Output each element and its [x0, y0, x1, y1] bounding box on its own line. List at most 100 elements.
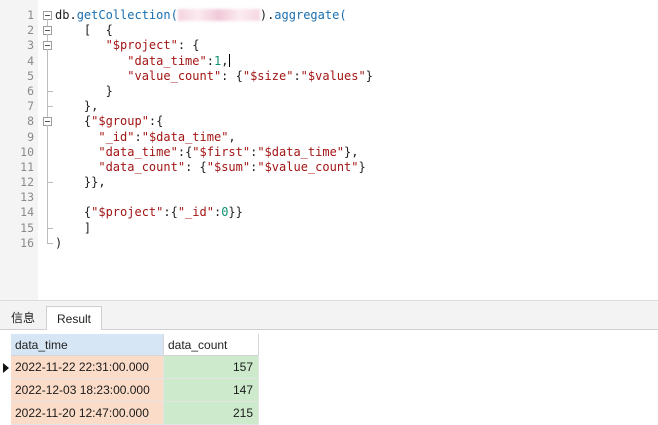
result-grid[interactable]: data_time data_count 2022-11-22 22:31:00…	[0, 330, 658, 425]
code-line[interactable]: 12 }},	[0, 175, 658, 191]
line-number: 3	[27, 38, 34, 53]
fold-toggle-icon[interactable]	[42, 114, 54, 131]
fold-guide	[42, 220, 54, 236]
code-line[interactable]: 11 "data_count": {"$sum":"$value_count"}	[0, 159, 658, 176]
row-selector[interactable]	[0, 402, 11, 425]
code-token: "_id"	[98, 129, 135, 144]
code-token: }	[358, 159, 366, 174]
code-token: aggregate(	[274, 8, 347, 22]
code-token: "$size"	[242, 68, 294, 83]
code-token: :{	[163, 205, 178, 220]
code-text: "value_count": {"$size":"$values"}	[55, 69, 373, 84]
code-line[interactable]: 1 db.getCollection().aggregate(	[0, 8, 658, 24]
code-token: }},	[55, 175, 106, 190]
line-number: 9	[27, 129, 34, 144]
result-tabs: 信息 Result	[0, 306, 658, 331]
code-text: "data_count": {"$sum":"$value_count"}	[55, 159, 366, 175]
code-line[interactable]: 7 },	[0, 99, 658, 115]
code-line[interactable]: 14 {"$project":{"_id":0}}	[0, 205, 658, 221]
code-token: {	[55, 205, 92, 220]
code-token: )	[55, 235, 63, 250]
code-token: ).	[259, 8, 275, 22]
fold-guide	[42, 99, 54, 115]
cell-data-time[interactable]: 2022-12-03 18:23:00.000	[11, 379, 164, 402]
code-token: : {	[177, 38, 200, 53]
current-row-arrow-icon[interactable]	[0, 356, 11, 379]
code-text: {"$group":{	[55, 114, 163, 129]
code-token: "$project"	[91, 205, 164, 220]
code-token: ,	[228, 129, 236, 144]
code-token: "$project"	[105, 38, 178, 53]
code-token: db.	[55, 8, 77, 22]
fold-toggle-icon[interactable]	[42, 8, 54, 24]
code-line[interactable]: 3 "$project": {	[0, 38, 658, 55]
code-line[interactable]: 13	[0, 190, 658, 206]
code-token: }}	[228, 205, 243, 220]
code-line[interactable]: 16)	[0, 235, 658, 251]
tab-result[interactable]: Result	[46, 306, 102, 331]
code-token: "$values"	[300, 68, 366, 83]
code-token: "data_count"	[98, 159, 186, 174]
code-token: "data_time"	[127, 53, 207, 68]
code-line[interactable]: 6 }	[0, 83, 658, 100]
fold-guide	[42, 159, 54, 176]
line-number: 15	[20, 220, 34, 235]
code-line[interactable]: 4 "data_time":1,	[0, 53, 658, 69]
code-line[interactable]: 9 "_id":"$data_time",	[0, 129, 658, 145]
code-text: )	[55, 236, 62, 251]
fold-toggle-icon[interactable]	[42, 38, 54, 55]
code-token: "value_count"	[127, 68, 222, 83]
line-number: 4	[27, 53, 34, 68]
cell-data-count[interactable]: 215	[164, 402, 259, 425]
code-token: {	[55, 114, 92, 129]
code-token: "$data_time"	[141, 129, 229, 144]
fold-guide	[42, 205, 54, 221]
row-selector[interactable]	[0, 379, 11, 402]
cell-data-time[interactable]: 2022-11-20 12:47:00.000	[11, 402, 164, 425]
code-text: {"$project":{"_id":0}}	[55, 205, 243, 220]
line-number: 5	[27, 68, 34, 83]
code-token: },	[55, 99, 99, 114]
line-number: 10	[20, 144, 34, 159]
code-line[interactable]: 15 ]	[0, 220, 658, 236]
code-text: db.getCollection().aggregate(	[55, 8, 347, 23]
code-token: :	[293, 68, 301, 83]
text-cursor	[229, 53, 231, 67]
fold-guide	[42, 68, 54, 84]
query-editor[interactable]: 1 db.getCollection().aggregate(2 [ {3 "$p…	[0, 0, 658, 300]
fold-guide	[42, 235, 54, 251]
code-text: }	[55, 84, 113, 99]
code-line[interactable]: 5 "value_count": {"$size":"$values"}	[0, 68, 658, 84]
code-text: },	[55, 99, 98, 114]
code-token: "$data_time"	[257, 144, 345, 159]
fold-guide	[42, 144, 54, 160]
code-token: :{	[148, 114, 164, 129]
code-text: "_id":"$data_time",	[55, 129, 236, 145]
column-header-data-count[interactable]: data_count	[164, 334, 259, 356]
redacted-collection-name	[177, 9, 260, 21]
code-token: : {	[185, 159, 207, 174]
code-text: "data_time":1,	[55, 53, 231, 69]
code-line[interactable]: 8 {"$group":{	[0, 114, 658, 131]
column-header-data-time[interactable]: data_time	[11, 334, 164, 356]
code-text: }},	[55, 175, 106, 190]
code-text: ]	[55, 221, 91, 236]
fold-guide	[42, 175, 54, 191]
cell-data-time[interactable]: 2022-11-22 22:31:00.000	[11, 356, 164, 379]
cell-data-count[interactable]: 147	[164, 379, 259, 402]
code-token: "$sum"	[206, 159, 251, 174]
code-line[interactable]: 2 [ {	[0, 23, 658, 40]
tab-info[interactable]: 信息	[2, 306, 44, 330]
code-line[interactable]: 10 "data_time":{"$first":"$data_time"},	[0, 144, 658, 160]
line-number: 13	[20, 190, 34, 205]
line-number: 14	[20, 205, 34, 220]
code-token: : {	[221, 68, 243, 83]
code-area[interactable]: 1 db.getCollection().aggregate(2 [ {3 "$p…	[0, 8, 658, 251]
fold-guide	[42, 129, 54, 145]
line-number: 2	[27, 23, 34, 38]
fold-toggle-icon[interactable]	[42, 23, 54, 40]
cell-data-count[interactable]: 157	[164, 356, 259, 379]
